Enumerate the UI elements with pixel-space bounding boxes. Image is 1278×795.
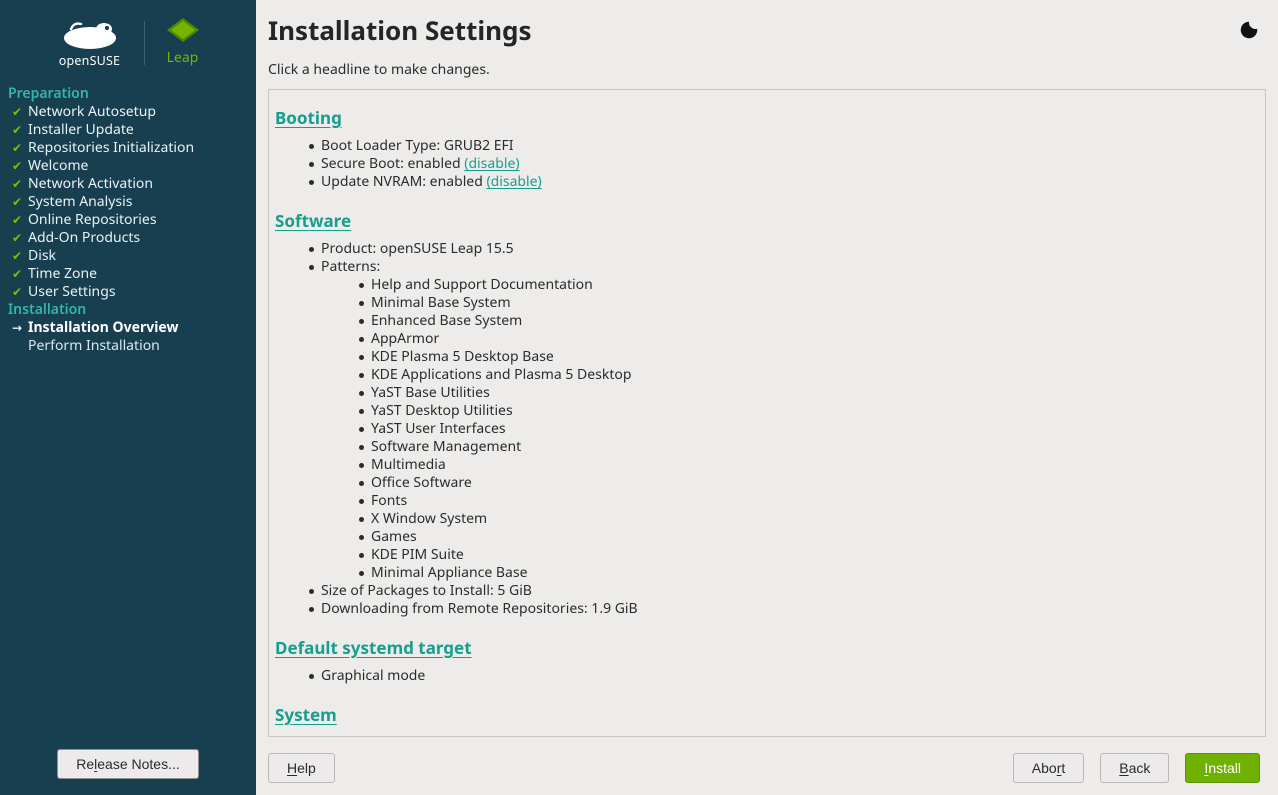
software-pattern-item: Minimal Appliance Base <box>361 564 1251 582</box>
software-pattern-item: Help and Support Documentation <box>361 276 1251 294</box>
nav-item-label: Time Zone <box>28 265 97 283</box>
back-button[interactable]: Back <box>1100 753 1169 783</box>
nav-item-label: Online Repositories <box>28 211 157 229</box>
check-icon: ✔ <box>12 139 24 157</box>
nav-item-user-settings: ✔User Settings <box>8 283 252 301</box>
install-button[interactable]: Install <box>1185 753 1260 783</box>
nav-item-label: Installer Update <box>28 121 134 139</box>
footer: Help Abort Back Install <box>256 747 1278 795</box>
nav-steps: Preparation✔Network Autosetup✔Installer … <box>0 79 256 735</box>
software-pattern-item: Office Software <box>361 474 1251 492</box>
software-patterns-list: Help and Support DocumentationMinimal Ba… <box>321 276 1251 582</box>
section-heading-software[interactable]: Software <box>275 209 351 232</box>
software-size: Size of Packages to Install: 5 GiB <box>311 582 1251 600</box>
nav-item-label: Network Activation <box>28 175 153 193</box>
logo-area: openSUSE Leap <box>0 0 256 79</box>
software-pattern-item: Games <box>361 528 1251 546</box>
nav-item-label: Welcome <box>28 157 88 175</box>
nav-item-label: Perform Installation <box>28 337 160 355</box>
nav-item-time-zone: ✔Time Zone <box>8 265 252 283</box>
software-pattern-item: Fonts <box>361 492 1251 510</box>
software-pattern-item: Enhanced Base System <box>361 312 1251 330</box>
spacer-icon <box>12 337 24 355</box>
software-patterns-label: Patterns: Help and Support Documentation… <box>311 258 1251 582</box>
nav-item-add-on-products: ✔Add-On Products <box>8 229 252 247</box>
software-pattern-item: Software Management <box>361 438 1251 456</box>
main-panel: Installation Settings Click a headline t… <box>256 0 1278 795</box>
nav-item-welcome: ✔Welcome <box>8 157 252 175</box>
software-pattern-item: KDE Applications and Plasma 5 Desktop <box>361 366 1251 384</box>
nav-item-label: Installation Overview <box>28 319 178 337</box>
booting-secure-boot: Secure Boot: enabled (disable) <box>311 155 1251 173</box>
software-pattern-item: YaST Base Utilities <box>361 384 1251 402</box>
software-pattern-item: X Window System <box>361 510 1251 528</box>
page-subtitle: Click a headline to make changes. <box>256 48 1278 89</box>
check-icon: ✔ <box>12 265 24 283</box>
nav-item-disk: ✔Disk <box>8 247 252 265</box>
check-icon: ✔ <box>12 247 24 265</box>
check-icon: ✔ <box>12 175 24 193</box>
check-icon: ✔ <box>12 103 24 121</box>
check-icon: ✔ <box>12 157 24 175</box>
check-icon: ✔ <box>12 211 24 229</box>
software-pattern-item: Multimedia <box>361 456 1251 474</box>
update-nvram-disable-link[interactable]: (disable) <box>486 172 541 191</box>
abort-button[interactable]: Abort <box>1013 753 1084 783</box>
nav-item-label: System Analysis <box>28 193 132 211</box>
sidebar: openSUSE Leap Preparation✔Network Autose… <box>0 0 256 795</box>
system-hardware-settings-link[interactable]: System and Hardware Settings <box>321 733 522 737</box>
software-pattern-item: KDE Plasma 5 Desktop Base <box>361 348 1251 366</box>
nav-item-label: Repositories Initialization <box>28 139 194 157</box>
check-icon: ✔ <box>12 283 24 301</box>
nav-section-preparation: Preparation <box>8 85 252 103</box>
leap-logo: Leap <box>167 18 199 67</box>
check-icon: ✔ <box>12 229 24 247</box>
page-title: Installation Settings <box>268 12 532 48</box>
nav-item-label: User Settings <box>28 283 116 301</box>
software-pattern-item: Minimal Base System <box>361 294 1251 312</box>
nav-item-network-autosetup: ✔Network Autosetup <box>8 103 252 121</box>
booting-update-nvram: Update NVRAM: enabled (disable) <box>311 173 1251 191</box>
nav-item-label: Add-On Products <box>28 229 140 247</box>
software-product: Product: openSUSE Leap 15.5 <box>311 240 1251 258</box>
section-heading-systemd-target[interactable]: Default systemd target <box>275 636 472 659</box>
software-download: Downloading from Remote Repositories: 1.… <box>311 600 1251 618</box>
software-pattern-item: YaST Desktop Utilities <box>361 402 1251 420</box>
release-notes-button[interactable]: Release Notes... <box>57 749 199 779</box>
software-pattern-item: YaST User Interfaces <box>361 420 1251 438</box>
nav-item-repositories-initialization: ✔Repositories Initialization <box>8 139 252 157</box>
theme-toggle-icon[interactable] <box>1238 19 1260 41</box>
system-hardware-link-item: System and Hardware Settings <box>311 734 1251 737</box>
nav-item-label: Disk <box>28 247 56 265</box>
leap-brand-text: Leap <box>167 48 199 67</box>
arrow-right-icon: → <box>12 319 24 337</box>
secure-boot-disable-link[interactable]: (disable) <box>464 154 519 173</box>
nav-section-installation: Installation <box>8 301 252 319</box>
check-icon: ✔ <box>12 121 24 139</box>
opensuse-logo: openSUSE <box>58 16 122 69</box>
software-pattern-item: AppArmor <box>361 330 1251 348</box>
nav-item-label: Network Autosetup <box>28 103 156 121</box>
booting-bootloader-type: Boot Loader Type: GRUB2 EFI <box>311 137 1251 155</box>
systemd-target-mode: Graphical mode <box>311 667 1251 685</box>
section-heading-system[interactable]: System <box>275 703 337 726</box>
logo-divider <box>144 21 145 65</box>
section-heading-booting[interactable]: Booting <box>275 106 342 129</box>
nav-item-network-activation: ✔Network Activation <box>8 175 252 193</box>
nav-item-online-repositories: ✔Online Repositories <box>8 211 252 229</box>
software-pattern-item: KDE PIM Suite <box>361 546 1251 564</box>
help-button[interactable]: Help <box>268 753 335 783</box>
settings-content[interactable]: Booting Boot Loader Type: GRUB2 EFI Secu… <box>268 89 1266 737</box>
nav-item-perform-installation: Perform Installation <box>8 337 252 355</box>
nav-item-installation-overview: →Installation Overview <box>8 319 252 337</box>
nav-item-installer-update: ✔Installer Update <box>8 121 252 139</box>
check-icon: ✔ <box>12 193 24 211</box>
opensuse-brand-text: openSUSE <box>59 52 120 69</box>
nav-item-system-analysis: ✔System Analysis <box>8 193 252 211</box>
